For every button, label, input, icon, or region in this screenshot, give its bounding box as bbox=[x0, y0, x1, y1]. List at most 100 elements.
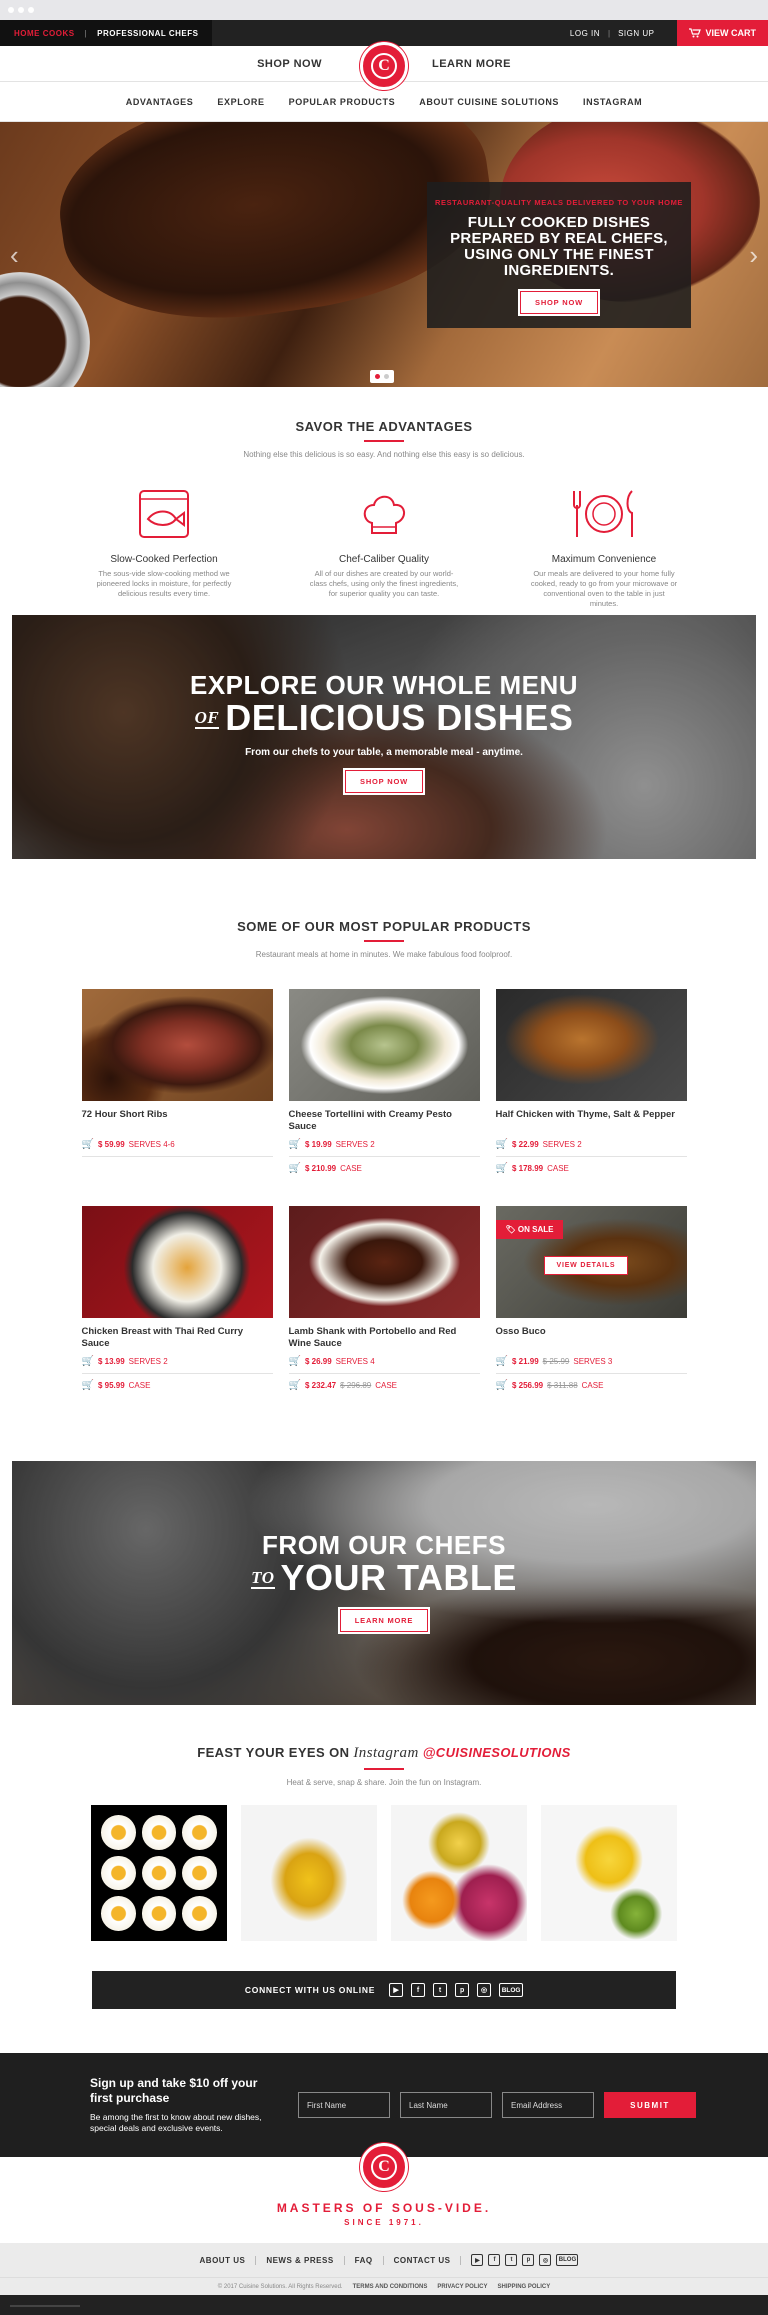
product-image[interactable] bbox=[289, 989, 480, 1101]
shipping-link[interactable]: SHIPPING POLICY bbox=[498, 2284, 551, 2290]
products-title: SOME OF OUR MOST POPULAR PRODUCTS bbox=[0, 919, 768, 934]
product-card[interactable]: 72 Hour Short Ribs 🛒 $ 59.99 SERVES 4-6 bbox=[82, 989, 273, 1180]
instagram-handle[interactable]: @CUISINESOLUTIONS bbox=[423, 1745, 571, 1760]
add-to-cart-icon[interactable]: 🛒 bbox=[289, 1163, 301, 1174]
product-image[interactable] bbox=[289, 1206, 480, 1318]
hero-shop-now-button[interactable]: SHOP NOW bbox=[520, 291, 598, 314]
facebook-icon[interactable]: f bbox=[411, 1983, 425, 1997]
product-card[interactable]: Chicken Breast with Thai Red Curry Sauce… bbox=[82, 1206, 273, 1397]
explore-shop-now-button[interactable]: SHOP NOW bbox=[345, 770, 423, 793]
subnav-about[interactable]: ABOUT CUISINE SOLUTIONS bbox=[419, 97, 559, 107]
footer-logo[interactable]: C bbox=[360, 2143, 408, 2191]
log-in-link[interactable]: LOG IN bbox=[570, 29, 600, 38]
instagram-icon[interactable]: ◎ bbox=[477, 1983, 491, 1997]
instagram-photo[interactable] bbox=[91, 1805, 227, 1941]
instagram-photo[interactable] bbox=[541, 1805, 677, 1941]
product-card[interactable]: 🏷 ON SALE VIEW DETAILS Osso Buco 🛒 $ 21.… bbox=[496, 1206, 687, 1397]
divider: | bbox=[608, 29, 610, 38]
facebook-icon[interactable]: f bbox=[488, 2254, 500, 2266]
instagram-icon[interactable]: ◎ bbox=[539, 2254, 551, 2266]
pinterest-icon[interactable]: p bbox=[522, 2254, 534, 2266]
egg-image bbox=[101, 1896, 136, 1931]
product-image[interactable] bbox=[496, 989, 687, 1101]
learn-more-nav[interactable]: LEARN MORE bbox=[432, 58, 511, 70]
view-cart-button[interactable]: VIEW CART bbox=[677, 20, 768, 46]
slide-dot[interactable] bbox=[375, 374, 380, 379]
product-image[interactable]: 🏷 ON SALE VIEW DETAILS bbox=[496, 1206, 687, 1318]
pinterest-icon[interactable]: p bbox=[455, 1983, 469, 1997]
subnav-advantages[interactable]: ADVANTAGES bbox=[126, 97, 194, 107]
subnav-explore[interactable]: EXPLORE bbox=[217, 97, 264, 107]
view-details-button[interactable]: VIEW DETAILS bbox=[544, 1256, 629, 1275]
cuisine-solutions-logo[interactable]: C bbox=[360, 42, 408, 90]
add-to-cart-icon[interactable]: 🛒 bbox=[82, 1356, 94, 1367]
sign-up-link[interactable]: SIGN UP bbox=[618, 29, 654, 38]
price-row[interactable]: 🛒 $ 21.99 $ 25.99 SERVES 3 bbox=[496, 1350, 687, 1374]
price-row[interactable]: 🛒 $ 59.99 SERVES 4-6 bbox=[82, 1133, 273, 1157]
footer-link-contact[interactable]: CONTACT US bbox=[384, 2256, 462, 2265]
window-dot[interactable] bbox=[18, 7, 24, 13]
submit-button[interactable]: SUBMIT bbox=[604, 2092, 696, 2118]
window-dot[interactable] bbox=[8, 7, 14, 13]
footer-link-faq[interactable]: FAQ bbox=[345, 2256, 384, 2265]
product-image[interactable] bbox=[82, 1206, 273, 1318]
product-name[interactable]: 72 Hour Short Ribs bbox=[82, 1109, 273, 1133]
blog-icon[interactable]: BLOG bbox=[499, 1983, 523, 1997]
product-card[interactable]: Lamb Shank with Portobello and Red Wine … bbox=[289, 1206, 480, 1397]
terms-link[interactable]: TERMS AND CONDITIONS bbox=[353, 2284, 428, 2290]
product-name[interactable]: Lamb Shank with Portobello and Red Wine … bbox=[289, 1326, 480, 1350]
add-to-cart-icon[interactable]: 🛒 bbox=[496, 1356, 508, 1367]
product-card[interactable]: Half Chicken with Thyme, Salt & Pepper 🛒… bbox=[496, 989, 687, 1180]
add-to-cart-icon[interactable]: 🛒 bbox=[289, 1380, 301, 1391]
twitter-icon[interactable]: t bbox=[433, 1983, 447, 1997]
price-row[interactable]: 🛒 $ 22.99 SERVES 2 bbox=[496, 1133, 687, 1157]
add-to-cart-icon[interactable]: 🛒 bbox=[496, 1380, 508, 1391]
price-row[interactable]: 🛒 $ 210.99 CASE bbox=[289, 1157, 480, 1180]
legal-bar: © 2017 Cuisine Solutions. All Rights Res… bbox=[0, 2277, 768, 2295]
subnav-instagram[interactable]: INSTAGRAM bbox=[583, 97, 642, 107]
chefs-banner-content: FROM OUR CHEFS TO YOUR TABLE LEARN MORE bbox=[12, 1531, 756, 1632]
blog-icon[interactable]: BLOG bbox=[556, 2254, 578, 2266]
price-row[interactable]: 🛒 $ 232.47 $ 296.89 CASE bbox=[289, 1374, 480, 1397]
first-name-field[interactable] bbox=[298, 2092, 390, 2118]
product-name[interactable]: Cheese Tortellini with Creamy Pesto Sauc… bbox=[289, 1109, 480, 1133]
email-field[interactable] bbox=[502, 2092, 594, 2118]
next-slide-arrow-icon[interactable]: › bbox=[749, 240, 758, 271]
twitter-icon[interactable]: t bbox=[505, 2254, 517, 2266]
price-row[interactable]: 🛒 $ 13.99 SERVES 2 bbox=[82, 1350, 273, 1374]
add-to-cart-icon[interactable]: 🛒 bbox=[82, 1380, 94, 1391]
product-name[interactable]: Osso Buco bbox=[496, 1326, 687, 1350]
last-name-field[interactable] bbox=[400, 2092, 492, 2118]
price-row[interactable]: 🛒 $ 19.99 SERVES 2 bbox=[289, 1133, 480, 1157]
add-to-cart-icon[interactable]: 🛒 bbox=[289, 1356, 301, 1367]
add-to-cart-icon[interactable]: 🛒 bbox=[289, 1139, 301, 1150]
price-row[interactable]: 🛒 $ 95.99 CASE bbox=[82, 1374, 273, 1397]
instagram-photo[interactable] bbox=[241, 1805, 377, 1941]
slide-dot[interactable] bbox=[384, 374, 389, 379]
main-header: SHOP NOW C LEARN MORE bbox=[0, 46, 768, 82]
newsletter-form: SUBMIT bbox=[298, 2092, 696, 2118]
add-to-cart-icon[interactable]: 🛒 bbox=[82, 1139, 94, 1150]
product-name[interactable]: Chicken Breast with Thai Red Curry Sauce bbox=[82, 1326, 273, 1350]
footer-link-about[interactable]: ABOUT US bbox=[190, 2256, 257, 2265]
instagram-photo[interactable] bbox=[391, 1805, 527, 1941]
prev-slide-arrow-icon[interactable]: ‹ bbox=[10, 240, 19, 271]
learn-more-button[interactable]: LEARN MORE bbox=[340, 1609, 428, 1632]
price-row[interactable]: 🛒 $ 256.99 $ 311.88 CASE bbox=[496, 1374, 687, 1397]
price-row[interactable]: 🛒 $ 26.99 SERVES 4 bbox=[289, 1350, 480, 1374]
product-card[interactable]: Cheese Tortellini with Creamy Pesto Sauc… bbox=[289, 989, 480, 1180]
subnav-popular-products[interactable]: POPULAR PRODUCTS bbox=[289, 97, 396, 107]
price-row[interactable]: 🛒 $ 178.99 CASE bbox=[496, 1157, 687, 1180]
youtube-icon[interactable]: ▶ bbox=[471, 2254, 483, 2266]
privacy-link[interactable]: PRIVACY POLICY bbox=[437, 2284, 487, 2290]
add-to-cart-icon[interactable]: 🛒 bbox=[496, 1163, 508, 1174]
home-cooks-link[interactable]: HOME COOKS bbox=[14, 29, 75, 38]
product-name[interactable]: Half Chicken with Thyme, Salt & Pepper bbox=[496, 1109, 687, 1133]
add-to-cart-icon[interactable]: 🛒 bbox=[496, 1139, 508, 1150]
professional-chefs-link[interactable]: PROFESSIONAL CHEFS bbox=[97, 29, 198, 38]
product-image[interactable] bbox=[82, 989, 273, 1101]
window-dot[interactable] bbox=[28, 7, 34, 13]
youtube-icon[interactable]: ▶ bbox=[389, 1983, 403, 1997]
shop-now-nav[interactable]: SHOP NOW bbox=[257, 58, 322, 70]
footer-link-news[interactable]: NEWS & PRESS bbox=[256, 2256, 344, 2265]
